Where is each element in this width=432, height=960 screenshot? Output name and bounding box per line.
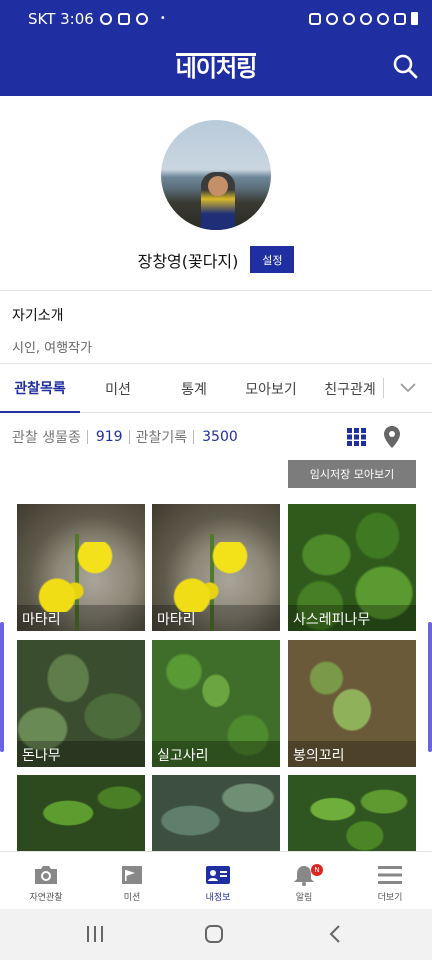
mute-icon — [343, 12, 355, 25]
nav-label: 내정보 — [205, 893, 231, 903]
battery-icon — [411, 12, 418, 25]
observation-label: 실고사리 — [152, 741, 280, 767]
search-icon[interactable] — [392, 53, 418, 79]
intro-section: 자기소개 시인, 여행작가 — [0, 291, 432, 364]
avatar[interactable] — [161, 120, 271, 230]
observation-label: 마타리 — [152, 605, 280, 631]
nav-missions[interactable]: 미션 — [89, 852, 175, 910]
wifi-icon — [377, 12, 389, 25]
talk-notification-icon — [99, 12, 112, 25]
system-navigation-bar — [0, 909, 432, 960]
nav-more[interactable]: 더보기 — [347, 852, 432, 910]
tab-friends[interactable]: 친구관계 — [314, 364, 386, 413]
alarm-icon — [326, 12, 338, 25]
observation-card[interactable]: 마타리 — [17, 504, 145, 631]
observation-card[interactable]: 실고사리 — [152, 640, 280, 767]
observation-label: 마타리 — [17, 605, 145, 631]
observation-label: 돈나무 — [17, 741, 145, 767]
app-header: 네이처링 — [0, 37, 432, 96]
nav-label: 자연관찰 — [29, 893, 63, 903]
settings-button[interactable]: 설정 — [250, 246, 295, 273]
observation-card[interactable]: 돈나무 — [17, 640, 145, 767]
grid-view-icon[interactable] — [347, 428, 367, 446]
nav-my-info[interactable]: 내정보 — [175, 852, 261, 910]
nav-observe[interactable]: 자연관찰 — [3, 852, 89, 910]
temp-saved-button[interactable]: 임시저장 모아보기 — [288, 460, 416, 488]
observation-label: 사스레피나무 — [288, 605, 416, 631]
lock-icon — [309, 12, 321, 25]
menu-icon — [378, 866, 402, 884]
back-icon[interactable] — [325, 924, 347, 944]
map-pin-icon[interactable] — [383, 425, 401, 449]
notification-badge: N — [311, 864, 323, 876]
status-time: SKT 3:06 — [28, 9, 94, 28]
edge-scroll-indicator — [0, 622, 4, 752]
observation-stats: 관찰 생물종 919 관찰기록 3500 — [12, 426, 238, 448]
intro-title: 자기소개 — [12, 308, 64, 324]
observation-card[interactable]: 봉의꼬리 — [288, 640, 416, 767]
profile-card-icon — [206, 866, 230, 884]
stats-divider — [86, 430, 88, 444]
camera-icon — [35, 866, 57, 884]
nav-label: 더보기 — [377, 893, 403, 903]
app-logo[interactable]: 네이처링 — [175, 52, 257, 81]
edge-scroll-indicator — [428, 622, 432, 752]
tab-missions[interactable]: 미션 — [80, 364, 156, 413]
recent-apps-icon[interactable] — [84, 924, 106, 944]
home-icon[interactable] — [203, 924, 225, 944]
observation-card[interactable] — [152, 775, 280, 851]
tab-divider — [383, 378, 384, 398]
avatar-face — [208, 176, 228, 196]
records-label: 관찰기록 — [135, 430, 188, 446]
bottom-navigation: 자연관찰 미션 내정보 N 알림 더보기 — [0, 851, 432, 909]
species-count: 919 — [95, 429, 123, 445]
observation-card[interactable] — [17, 775, 145, 851]
observation-label: 봉의꼬리 — [288, 741, 416, 767]
tab-observations[interactable]: 관찰목록 — [0, 364, 80, 413]
intro-text: 시인, 여행작가 — [12, 341, 93, 356]
nav-label: 미션 — [123, 893, 141, 903]
records-count: 3500 — [202, 429, 238, 445]
stats-divider — [193, 430, 195, 444]
chevron-down-icon[interactable] — [398, 379, 418, 395]
tab-bar: 관찰목록 미션 통계 모아보기 친구관계 — [0, 364, 432, 413]
location-icon — [360, 12, 372, 25]
stats-divider — [128, 430, 130, 444]
tab-statistics[interactable]: 통계 — [156, 364, 232, 413]
observation-card[interactable]: 사스레피나무 — [288, 504, 416, 631]
status-bar: SKT 3:06 • — [0, 0, 432, 37]
app-screen: SKT 3:06 • 네이처링 장창영(꽃다지) 설정 자기소개 시인, 여행작… — [0, 0, 432, 960]
observation-card[interactable] — [288, 775, 416, 851]
nav-label: 알림 — [295, 893, 313, 903]
flag-icon — [122, 866, 142, 884]
app-notification-icon — [135, 12, 148, 25]
profile-section: 장창영(꽃다지) 설정 — [0, 96, 432, 291]
more-notifications-dot: • — [159, 13, 166, 24]
tab-collection[interactable]: 모아보기 — [232, 364, 310, 413]
message-notification-icon — [117, 12, 130, 25]
profile-name: 장창영(꽃다지) — [137, 251, 239, 271]
observation-card[interactable]: 마타리 — [152, 504, 280, 631]
signal-icon — [394, 12, 406, 25]
nav-notifications[interactable]: N 알림 — [261, 852, 347, 910]
species-label: 관찰 생물종 — [12, 430, 81, 446]
